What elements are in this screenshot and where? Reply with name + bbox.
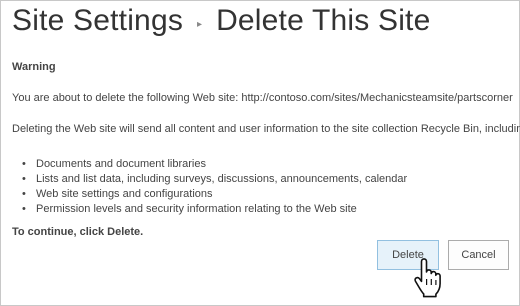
list-item-text: Web site settings and configurations <box>36 188 213 200</box>
warning-message: You are about to delete the following We… <box>12 91 513 105</box>
list-item-text: Documents and document libraries <box>36 158 206 170</box>
bullet-icon: • <box>22 203 26 215</box>
bullet-icon: • <box>22 173 26 185</box>
list-item-text: Permission levels and security informati… <box>36 203 357 215</box>
cancel-button[interactable]: Cancel <box>448 240 509 270</box>
list-item: • Web site settings and configurations <box>22 187 407 202</box>
dialog-frame <box>0 0 520 306</box>
hand-pointer-icon <box>414 258 441 298</box>
page-title: Delete This Site <box>216 4 431 37</box>
list-item: • Lists and list data, including surveys,… <box>22 172 407 187</box>
list-item: • Documents and document libraries <box>22 157 407 172</box>
deletion-description: Deleting the Web site will send all cont… <box>12 123 520 135</box>
warning-heading: Warning <box>12 61 56 73</box>
site-url: http://contoso.com/sites/Mechanicsteamsi… <box>241 92 513 104</box>
bullet-icon: • <box>22 158 26 170</box>
breadcrumb-site-settings[interactable]: Site Settings <box>12 4 183 38</box>
page-title-breadcrumb: Site Settings ▸ Delete This Site <box>12 1 430 41</box>
list-item-text: Lists and list data, including surveys, … <box>36 173 408 185</box>
continue-instruction: To continue, click Delete. <box>12 226 144 238</box>
deleted-content-list: • Documents and document libraries • Lists… <box>22 157 407 217</box>
warning-message-prefix: You are about to delete the following We… <box>12 92 242 104</box>
bullet-icon: • <box>22 188 26 200</box>
list-item: • Permission levels and security informat… <box>22 202 407 217</box>
breadcrumb-separator-icon: ▸ <box>197 18 203 30</box>
